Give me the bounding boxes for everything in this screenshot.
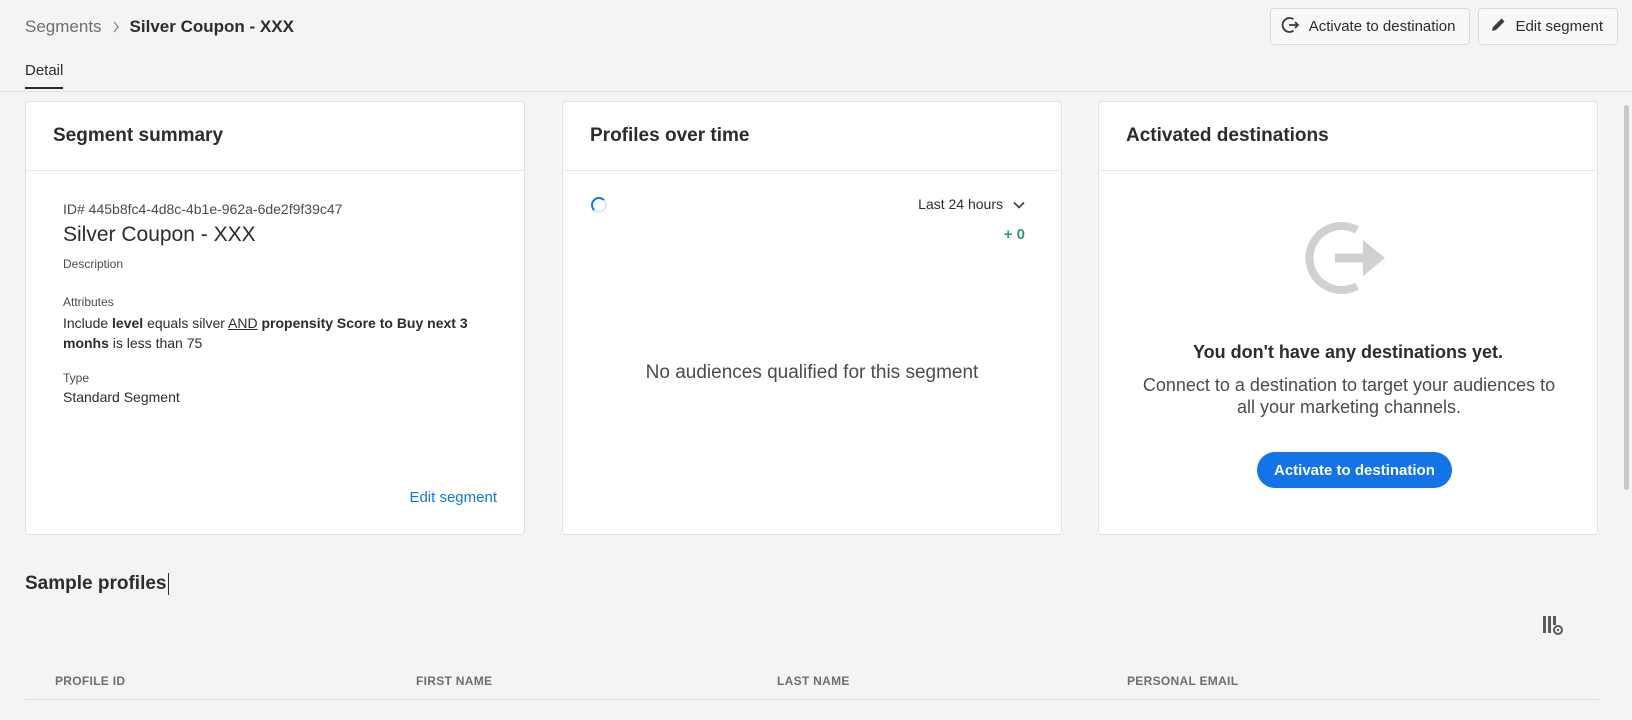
card-title: Segment summary bbox=[53, 125, 224, 146]
rule-less: is less than 75 bbox=[108, 335, 203, 351]
breadcrumb: Segments Silver Coupon - XXX bbox=[25, 17, 294, 37]
card-header: Segment summary bbox=[26, 102, 524, 171]
description-label: Description bbox=[63, 257, 124, 271]
activate-to-destination-cta[interactable]: Activate to destination bbox=[1257, 452, 1452, 488]
attributes-rule: Include level equals silver AND propensi… bbox=[63, 313, 487, 353]
card-header: Profiles over time bbox=[563, 102, 1061, 171]
time-range-value: Last 24 hours bbox=[918, 196, 1003, 212]
edit-segment-link[interactable]: Edit segment bbox=[409, 489, 497, 506]
column-header-last-name[interactable]: LAST NAME bbox=[777, 674, 850, 688]
segment-name: Silver Coupon - XXX bbox=[63, 223, 256, 246]
sample-profiles-title: Sample profiles bbox=[25, 573, 169, 595]
empty-message: No audiences qualified for this segment bbox=[645, 362, 979, 383]
activate-button-label: Activate to destination bbox=[1308, 18, 1456, 35]
breadcrumb-current: Silver Coupon - XXX bbox=[129, 17, 294, 36]
attributes-label: Attributes bbox=[63, 295, 114, 309]
activated-destinations-card: Activated destinations You don't have an… bbox=[1098, 101, 1598, 535]
column-header-profile-id[interactable]: PROFILE ID bbox=[55, 674, 125, 688]
profile-count-delta: + 0 bbox=[1003, 226, 1025, 243]
card-title: Profiles over time bbox=[590, 125, 750, 146]
type-label: Type bbox=[63, 371, 90, 385]
chevron-right-icon bbox=[112, 21, 120, 33]
time-range-picker[interactable]: Last 24 hours bbox=[918, 196, 1025, 212]
spinner-icon bbox=[591, 197, 607, 213]
rule-level: level bbox=[112, 315, 144, 331]
card-title: Activated destinations bbox=[1126, 125, 1329, 146]
edit-segment-button[interactable]: Edit segment bbox=[1478, 8, 1618, 45]
rule-and: AND bbox=[228, 315, 258, 331]
pencil-icon bbox=[1489, 16, 1507, 38]
empty-title: You don't have any destinations yet. bbox=[1193, 342, 1503, 362]
tab-detail[interactable]: Detail bbox=[25, 62, 64, 89]
top-bar: Segments Silver Coupon - XXX Activate to… bbox=[0, 0, 1632, 92]
rule-equals: equals silver bbox=[143, 315, 229, 331]
table-header: PROFILE ID FIRST NAME LAST NAME PERSONAL… bbox=[25, 662, 1599, 700]
tab-list: Detail bbox=[25, 62, 64, 89]
segment-summary-card: Segment summary ID# 445b8fc4-4d8c-4b1e-9… bbox=[25, 101, 525, 535]
segment-id: ID# 445b8fc4-4d8c-4b1e-962a-6de2f9f39c47 bbox=[63, 201, 343, 217]
chevron-down-icon bbox=[1013, 196, 1025, 212]
card-header: Activated destinations bbox=[1099, 102, 1597, 171]
rule-include: Include bbox=[63, 315, 113, 331]
column-settings-icon[interactable] bbox=[1542, 614, 1564, 641]
column-header-first-name[interactable]: FIRST NAME bbox=[416, 674, 492, 688]
export-icon bbox=[1281, 15, 1301, 39]
profiles-over-time-card: Profiles over time Last 24 hours + 0 No … bbox=[562, 101, 1062, 535]
export-icon bbox=[1305, 218, 1391, 303]
type-value: Standard Segment bbox=[63, 389, 180, 405]
top-actions: Activate to destination Edit segment bbox=[1269, 8, 1618, 45]
scrollbar[interactable] bbox=[1624, 105, 1629, 490]
summary-body: ID# 445b8fc4-4d8c-4b1e-962a-6de2f9f39c47… bbox=[26, 171, 524, 435]
empty-description: Connect to a destination to target your … bbox=[1142, 375, 1556, 417]
column-header-personal-email[interactable]: PERSONAL EMAIL bbox=[1127, 674, 1238, 688]
activate-to-destination-button[interactable]: Activate to destination bbox=[1269, 8, 1471, 45]
breadcrumb-segments-link[interactable]: Segments bbox=[25, 17, 102, 37]
edit-button-label: Edit segment bbox=[1515, 18, 1603, 35]
